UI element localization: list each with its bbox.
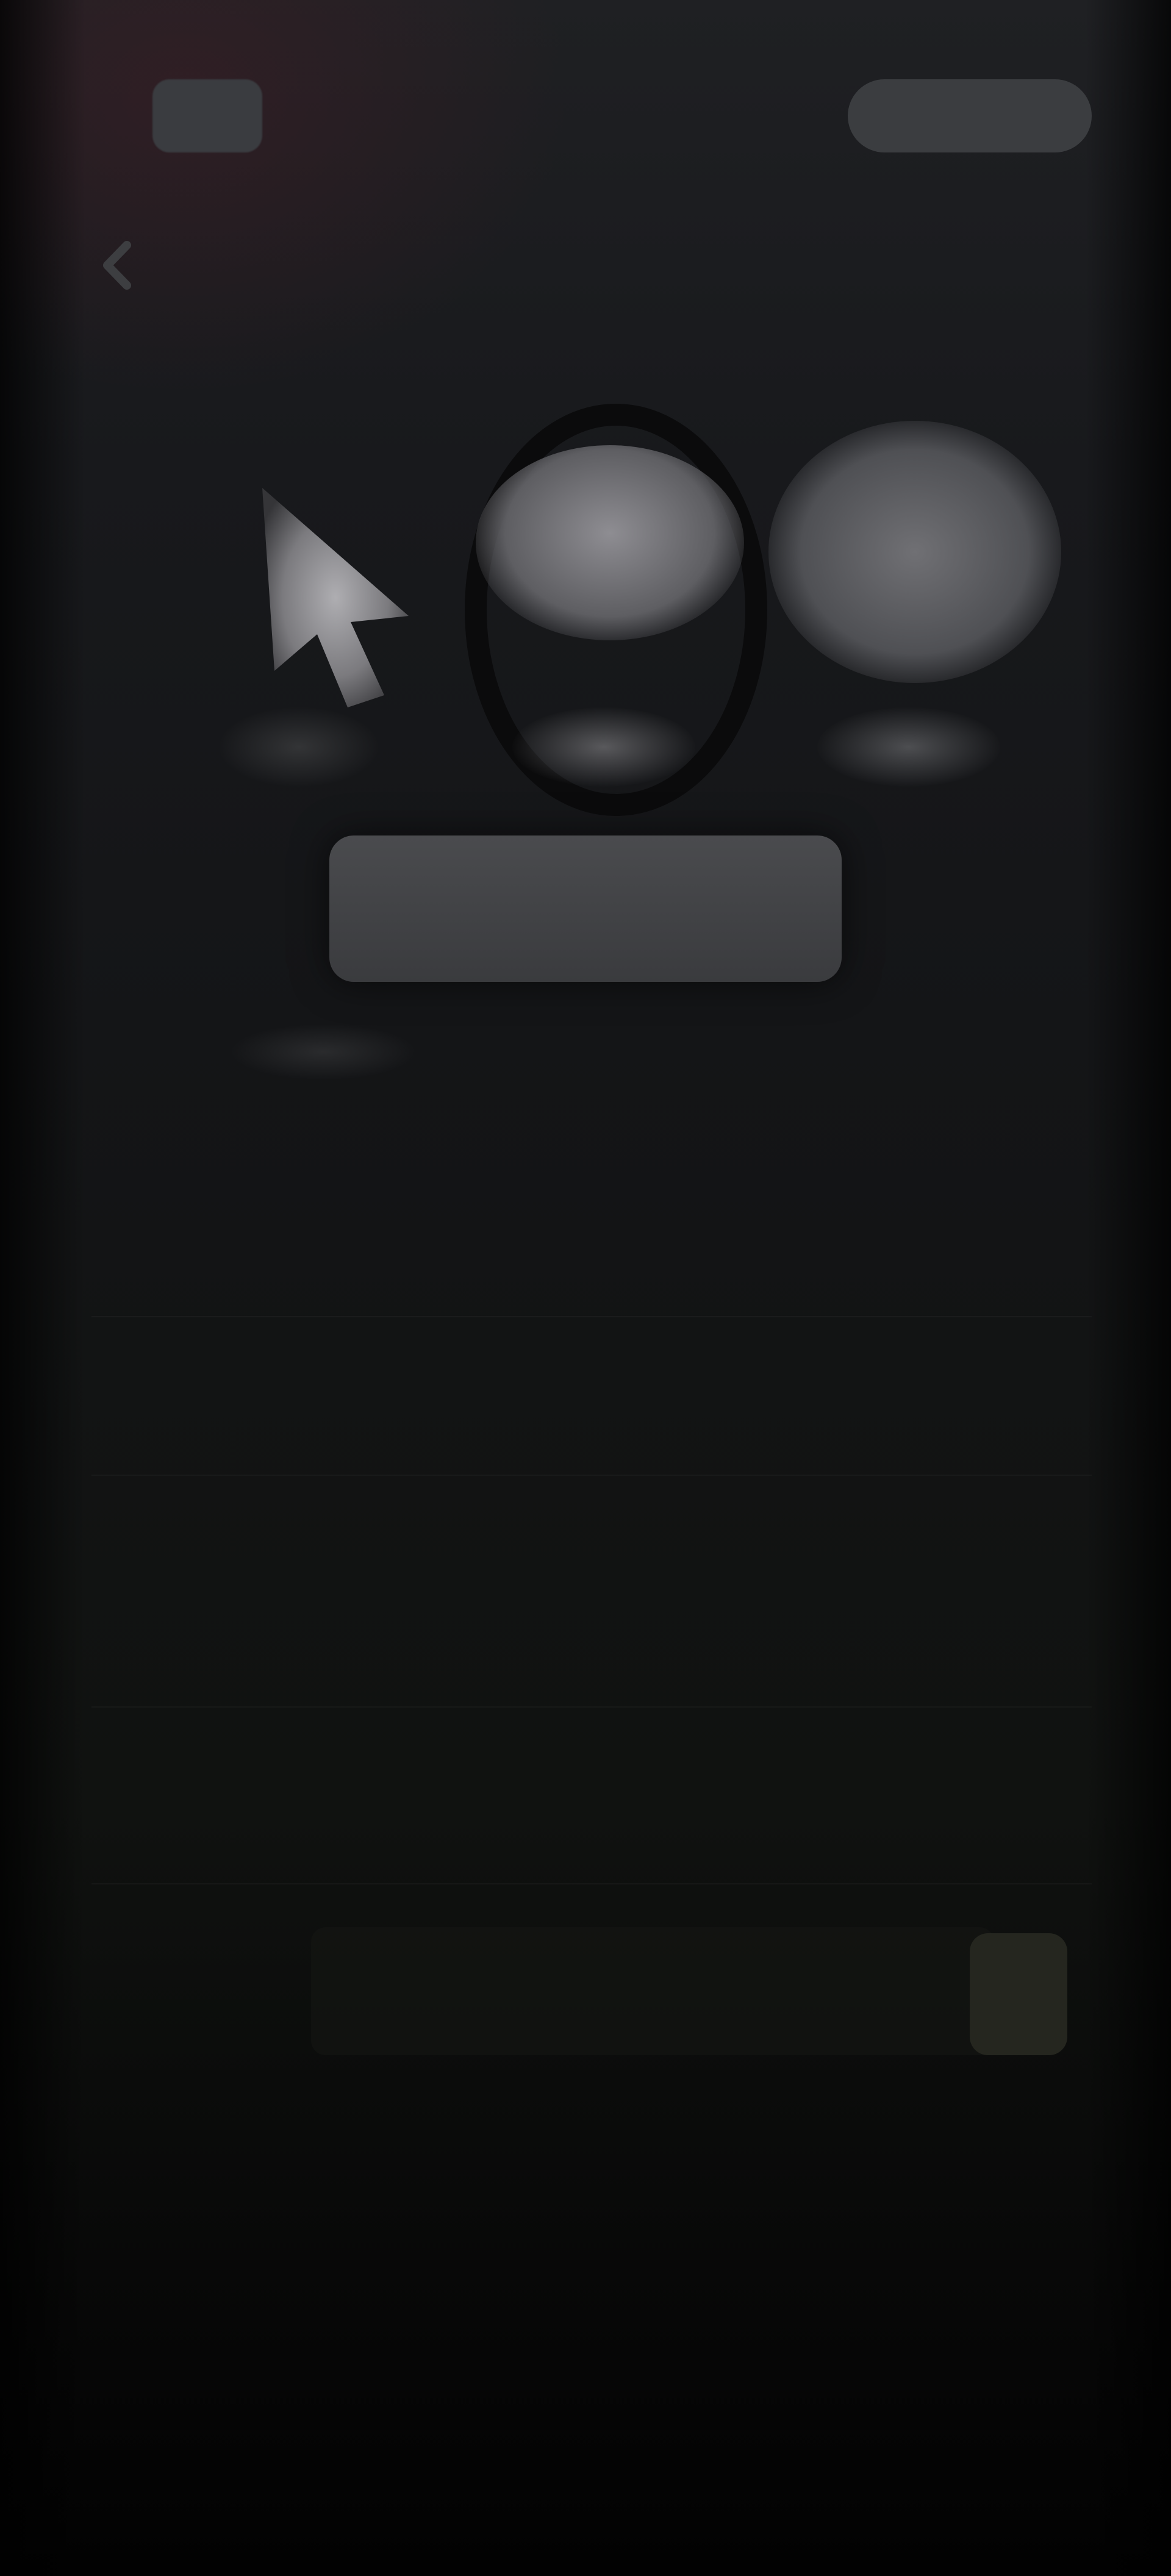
hero-right-image: [768, 421, 1061, 683]
settings-row-toggle[interactable]: [970, 1933, 1067, 2055]
hero-right-caption: [817, 707, 1000, 787]
settings-row-3[interactable]: [91, 1500, 1092, 1708]
settings-row-4[interactable]: [91, 1732, 1092, 1884]
row-divider: [91, 1316, 1092, 1317]
row-divider: [91, 1706, 1092, 1708]
settings-list: [91, 1159, 1092, 2317]
cursor-pointer-icon: [262, 488, 409, 707]
row-divider: [91, 1883, 1092, 1884]
primary-action-button[interactable]: [329, 835, 842, 982]
settings-row-5[interactable]: [91, 1909, 1092, 2086]
app-screen: [0, 0, 1171, 2576]
app-logo: [152, 79, 262, 152]
settings-text-field[interactable]: [311, 1927, 994, 2055]
hero-footnote: [232, 1025, 415, 1079]
settings-row-2[interactable]: [91, 1329, 1092, 1476]
chevron-left-icon[interactable]: [85, 232, 152, 299]
left-edge-shade: [0, 0, 85, 2576]
page-title: [732, 244, 1073, 299]
hero-left-caption: [220, 707, 378, 787]
top-bar: [0, 0, 1171, 290]
settings-row-6[interactable]: [91, 2098, 1092, 2256]
right-edge-shade: [1086, 0, 1171, 2576]
settings-row-1[interactable]: [91, 1159, 1092, 1317]
hero-center-caption: [512, 707, 695, 787]
header-pill-button[interactable]: [848, 79, 1092, 152]
hero-center-image: [476, 445, 744, 640]
chevron-left-icon-graphic: [103, 241, 131, 290]
row-divider: [91, 1475, 1092, 1476]
hero-section: [183, 342, 1061, 1147]
